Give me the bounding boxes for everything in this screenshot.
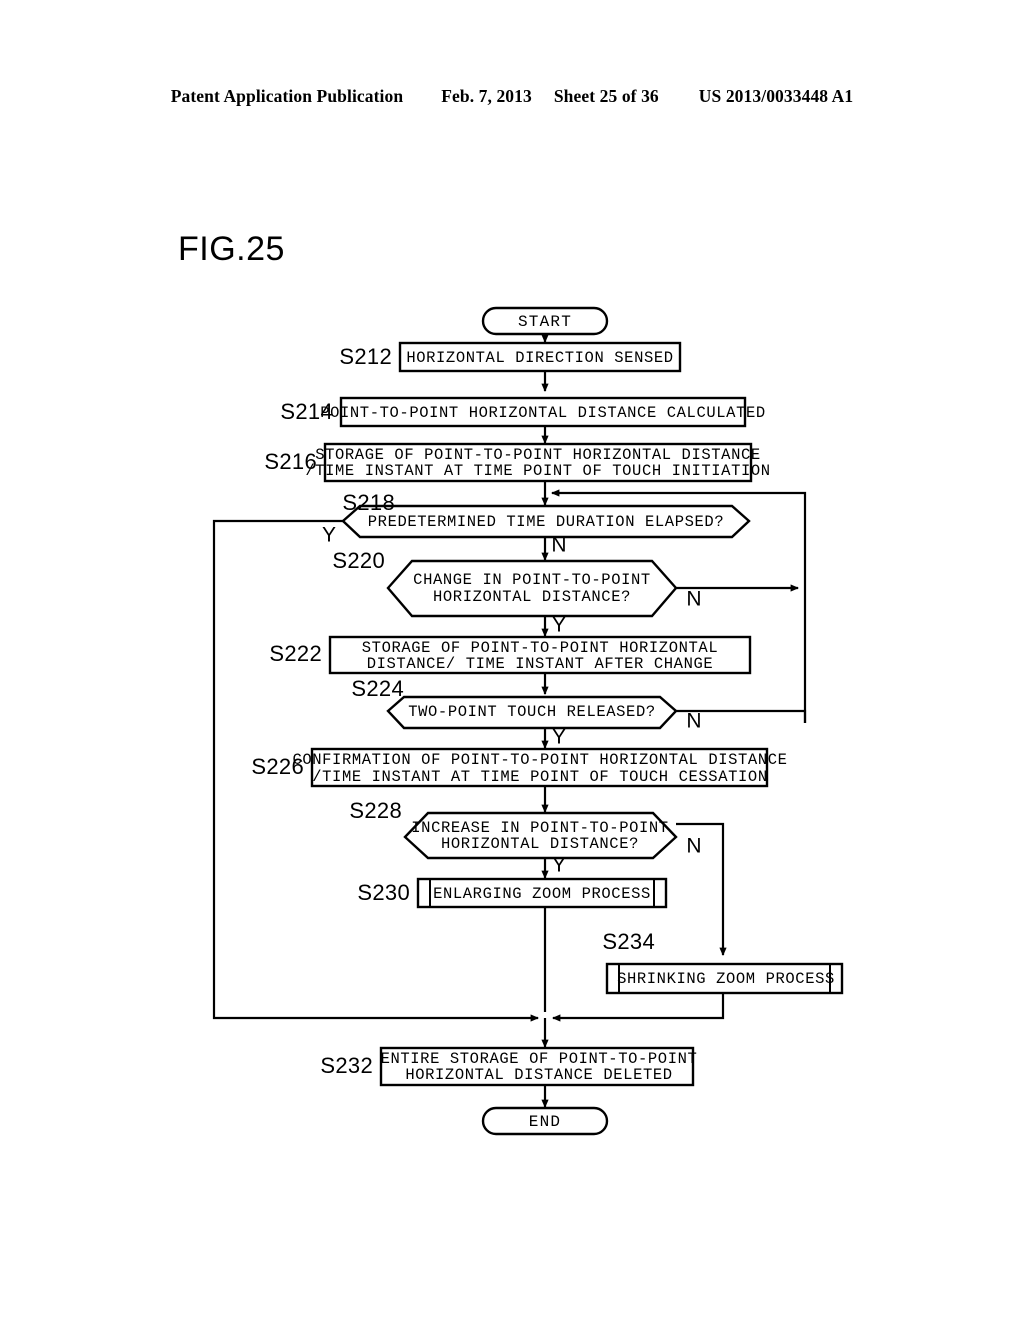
s228-line2: HORIZONTAL DISTANCE? bbox=[441, 835, 639, 853]
s220-no-label: N bbox=[686, 588, 701, 611]
s222-step-id: S222 bbox=[269, 641, 322, 666]
s230-text: ENLARGING ZOOM PROCESS bbox=[433, 885, 651, 903]
s224-yes-label: Y bbox=[552, 726, 566, 749]
node-s226: CONFIRMATION OF POINT-TO-POINT HORIZONTA… bbox=[251, 747, 787, 788]
node-end: END bbox=[481, 1106, 609, 1136]
s234-step-id: S234 bbox=[602, 929, 655, 954]
s232-line2: HORIZONTAL DISTANCE DELETED bbox=[405, 1066, 672, 1084]
node-s212: HORIZONTAL DIRECTION SENSED S212 bbox=[339, 341, 682, 373]
node-start: START bbox=[481, 306, 609, 336]
node-s220: CHANGE IN POINT-TO-POINT HORIZONTAL DIST… bbox=[332, 548, 701, 637]
start-label: START bbox=[518, 313, 572, 331]
s228-yes-label: Y bbox=[552, 854, 566, 877]
end-label: END bbox=[529, 1113, 561, 1131]
s226-line2: /TIME INSTANT AT TIME POINT OF TOUCH CES… bbox=[312, 768, 767, 786]
node-s214: POINT-TO-POINT HORIZONTAL DISTANCE CALCU… bbox=[280, 396, 766, 428]
s212-step-id: S212 bbox=[339, 344, 392, 369]
s216-line2: /TIME INSTANT AT TIME POINT OF TOUCH INI… bbox=[305, 462, 770, 480]
node-s232: ENTIRE STORAGE OF POINT-TO-POINT HORIZON… bbox=[320, 1046, 697, 1087]
flowchart-diagram: START HORIZONTAL DIRECTION SENSED S212 P… bbox=[212, 306, 844, 1136]
patent-drawing-page: Patent Application Publication Feb. 7, 20… bbox=[0, 0, 1024, 1320]
s220-yes-label: Y bbox=[552, 614, 566, 637]
s220-line2: HORIZONTAL DISTANCE? bbox=[433, 588, 631, 606]
s218-no-label: N bbox=[551, 534, 566, 557]
s228-step-id: S228 bbox=[349, 798, 402, 823]
s226-line1: CONFIRMATION OF POINT-TO-POINT HORIZONTA… bbox=[292, 751, 787, 769]
s214-step-id: S214 bbox=[280, 399, 333, 424]
s218-text: PREDETERMINED TIME DURATION ELAPSED? bbox=[368, 513, 724, 531]
s234-text: SHRINKING ZOOM PROCESS bbox=[617, 970, 835, 988]
s232-step-id: S232 bbox=[320, 1053, 373, 1078]
s212-text: HORIZONTAL DIRECTION SENSED bbox=[406, 349, 673, 367]
node-s230: ENLARGING ZOOM PROCESS S230 bbox=[357, 877, 668, 909]
node-s224: TWO-POINT TOUCH RELEASED? S224 N Y bbox=[351, 676, 701, 749]
node-s222: STORAGE OF POINT-TO-POINT HORIZONTAL DIS… bbox=[269, 635, 752, 675]
s220-line1: CHANGE IN POINT-TO-POINT bbox=[413, 571, 651, 589]
s218-step-id: S218 bbox=[342, 490, 395, 515]
s230-step-id: S230 bbox=[357, 880, 410, 905]
s224-step-id: S224 bbox=[351, 676, 404, 701]
node-s218: PREDETERMINED TIME DURATION ELAPSED? S21… bbox=[322, 490, 751, 557]
s224-no-label: N bbox=[686, 710, 701, 733]
node-s216: STORAGE OF POINT-TO-POINT HORIZONTAL DIS… bbox=[264, 442, 770, 483]
s228-no-label: N bbox=[686, 835, 701, 858]
s222-line2: DISTANCE/ TIME INSTANT AFTER CHANGE bbox=[367, 655, 714, 673]
conn-s234-to-bottom bbox=[552, 993, 725, 1022]
s224-text: TWO-POINT TOUCH RELEASED? bbox=[408, 703, 656, 721]
s214-text: POINT-TO-POINT HORIZONTAL DISTANCE CALCU… bbox=[320, 404, 766, 422]
node-s228: INCREASE IN POINT-TO-POINT HORIZONTAL DI… bbox=[349, 798, 701, 877]
s216-step-id: S216 bbox=[264, 449, 317, 474]
s226-step-id: S226 bbox=[251, 754, 304, 779]
s220-step-id: S220 bbox=[332, 548, 385, 573]
s218-yes-label: Y bbox=[322, 524, 336, 547]
